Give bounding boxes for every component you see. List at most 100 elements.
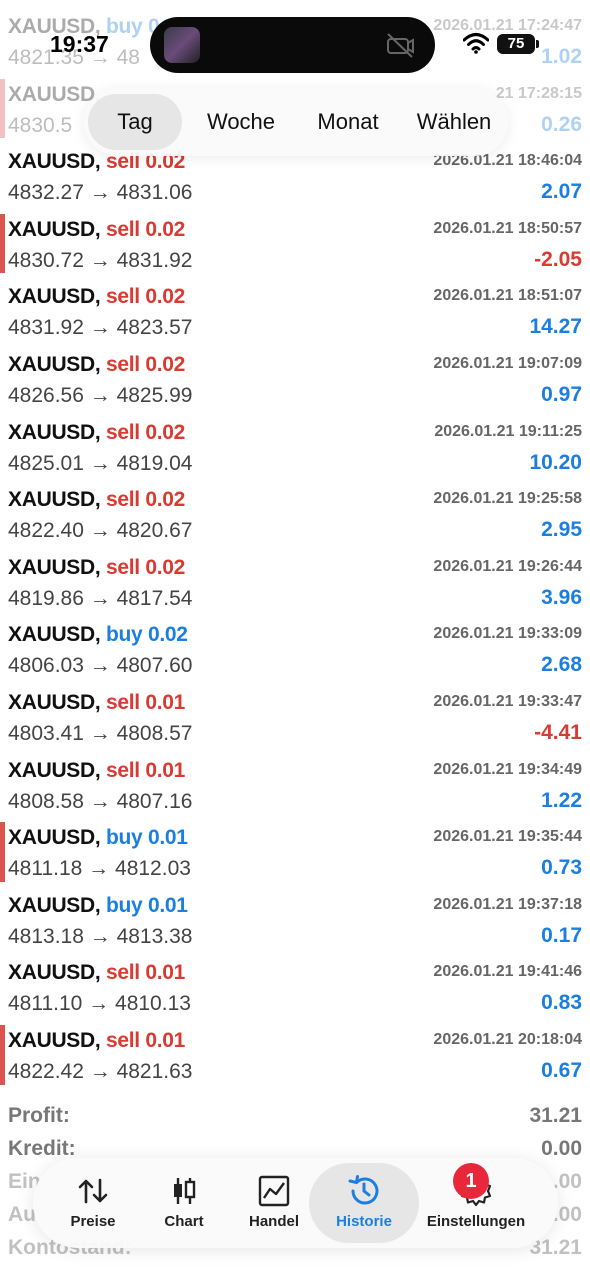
deal-row[interactable]: XAUUSD, sell 0.02 2026.01.21 18:51:07 4831… bbox=[0, 279, 590, 347]
summary-value: 31.21 bbox=[529, 1104, 582, 1127]
nav-historie[interactable]: Historie bbox=[309, 1163, 419, 1243]
deal-symbol-text: XAUUSD, bbox=[8, 893, 101, 917]
media-thumbnail bbox=[164, 27, 200, 63]
tab-woche[interactable]: Woche bbox=[188, 94, 294, 150]
deal-row[interactable]: XAUUSD, sell 0.02 2026.01.21 18:50:57 4830… bbox=[0, 212, 590, 280]
deal-row[interactable]: XAUUSD, sell 0.02 2026.01.21 19:11:25 4825… bbox=[0, 415, 590, 483]
deal-prices: 4811.10 → 4810.13 bbox=[8, 992, 191, 1016]
deal-row[interactable]: XAUUSD, buy 0.01 2026.01.21 19:37:18 4813.… bbox=[0, 888, 590, 956]
deal-symbol: XAUUSD, sell 0.02 bbox=[8, 421, 185, 445]
nav-preise[interactable]: Preise bbox=[51, 1158, 135, 1248]
deal-prices: 4813.18 → 4813.38 bbox=[8, 924, 193, 948]
settings-notification-badge: 1 bbox=[453, 1163, 489, 1199]
deal-time: 2026.01.21 19:07:09 bbox=[433, 354, 582, 372]
deal-symbol-text: XAUUSD, bbox=[8, 623, 101, 647]
deal-symbol-text: XAUUSD, bbox=[8, 555, 101, 579]
summary-label: Profit: bbox=[8, 1104, 70, 1127]
tab-tag[interactable]: Tag bbox=[88, 94, 182, 150]
deal-symbol: XAUUSD, sell 0.01 bbox=[8, 1029, 185, 1053]
dynamic-island bbox=[150, 17, 435, 73]
deal-side-volume: sell 0.02 bbox=[105, 352, 186, 376]
summary-value: 0.00 bbox=[541, 1137, 582, 1160]
deal-time: 2026.01.21 18:50:57 bbox=[433, 219, 582, 237]
deal-row[interactable]: XAUUSD, buy 0.02 2026.01.21 19:33:09 4806.… bbox=[0, 617, 590, 685]
deal-row[interactable]: XAUUSD, sell 0.02 2026.01.21 19:25:58 4822… bbox=[0, 482, 590, 550]
nav-chart[interactable]: Chart bbox=[140, 1158, 228, 1248]
deal-profit: 0.97 bbox=[541, 382, 582, 406]
summary-row: Profit: 31.21 bbox=[0, 1098, 590, 1131]
tab-monat[interactable]: Monat bbox=[300, 94, 396, 150]
deal-time: 2026.01.21 19:34:49 bbox=[433, 760, 582, 778]
deal-time: 2026.01.21 19:25:58 bbox=[433, 490, 582, 508]
wifi-icon bbox=[463, 33, 489, 54]
deal-profit: -2.05 bbox=[534, 247, 582, 271]
deal-symbol-text: XAUUSD, bbox=[8, 420, 101, 444]
deal-symbol-text: XAUUSD, bbox=[8, 690, 101, 714]
deal-side-volume: sell 0.02 bbox=[105, 488, 186, 512]
deal-row[interactable]: XAUUSD, buy 0.01 2026.01.21 19:35:44 4811.… bbox=[0, 820, 590, 888]
deal-prices: 4830.5 bbox=[8, 113, 73, 137]
deal-side-volume: sell 0.01 bbox=[105, 690, 186, 714]
deal-prices: 4831.92 → 4823.57 bbox=[8, 316, 193, 340]
sort-arrows-icon bbox=[76, 1174, 110, 1208]
deal-profit: 14.27 bbox=[529, 315, 582, 339]
deal-profit: 0.83 bbox=[541, 991, 582, 1015]
deal-time: 2026.01.21 18:51:07 bbox=[433, 287, 582, 305]
deal-profit: 0.67 bbox=[541, 1058, 582, 1082]
status-bar: 19:37 75 bbox=[0, 0, 590, 90]
deal-symbol: XAUUSD, sell 0.01 bbox=[8, 759, 185, 783]
deal-profit: 10.20 bbox=[529, 450, 582, 474]
deal-time: 2026.01.21 20:18:04 bbox=[433, 1030, 582, 1048]
deal-prices: 4808.58 → 4807.16 bbox=[8, 789, 193, 813]
deal-side-volume: sell 0.02 bbox=[105, 217, 186, 241]
deal-symbol-text: XAUUSD, bbox=[8, 352, 101, 376]
deal-symbol: XAUUSD, sell 0.01 bbox=[8, 691, 185, 715]
nav-label: Einstellungen bbox=[426, 1213, 526, 1230]
nav-handel[interactable]: Handel bbox=[229, 1158, 319, 1248]
deal-side-volume: sell 0.02 bbox=[105, 420, 186, 444]
deal-symbol-text: XAUUSD, bbox=[8, 488, 101, 512]
nav-label: Chart bbox=[164, 1213, 204, 1230]
deal-row[interactable]: XAUUSD, sell 0.01 2026.01.21 20:18:04 4822… bbox=[0, 1023, 590, 1091]
deal-symbol: XAUUSD, sell 0.02 bbox=[8, 285, 185, 309]
deal-symbol: XAUUSD, sell 0.02 bbox=[8, 353, 185, 377]
deal-symbol: XAUUSD, buy 0.01 bbox=[8, 826, 188, 850]
deal-profit: 2.95 bbox=[541, 518, 582, 542]
deal-side-volume: sell 0.01 bbox=[105, 758, 186, 782]
battery-indicator: 75 bbox=[497, 34, 539, 54]
deal-profit: -4.41 bbox=[534, 720, 582, 744]
deal-time: 2026.01.21 19:33:47 bbox=[433, 692, 582, 710]
deal-symbol-text: XAUUSD, bbox=[8, 1028, 101, 1052]
deal-symbol: XAUUSD, sell 0.02 bbox=[8, 556, 185, 580]
trade-chart-icon bbox=[257, 1174, 291, 1208]
status-time: 19:37 bbox=[50, 31, 109, 57]
deal-symbol-text: XAUUSD, bbox=[8, 150, 101, 174]
nav-label: Preise bbox=[70, 1213, 116, 1230]
tab-wählen[interactable]: Wählen bbox=[402, 94, 506, 150]
deal-row[interactable]: XAUUSD, sell 0.01 2026.01.21 19:41:46 4811… bbox=[0, 955, 590, 1023]
deal-row[interactable]: XAUUSD, sell 0.01 2026.01.21 19:34:49 4808… bbox=[0, 753, 590, 821]
deal-row[interactable]: XAUUSD, sell 0.02 2026.01.21 19:07:09 4826… bbox=[0, 347, 590, 415]
deal-prices: 4825.01 → 4819.04 bbox=[8, 451, 193, 475]
deal-symbol: XAUUSD, sell 0.02 bbox=[8, 488, 185, 512]
summary-label: Au bbox=[8, 1203, 36, 1226]
history-clock-icon bbox=[347, 1174, 381, 1208]
deal-symbol-text: XAUUSD, bbox=[8, 826, 101, 850]
deal-symbol-text: XAUUSD, bbox=[8, 961, 101, 985]
deal-history-list[interactable]: XAUUSD, buy 0.0 2026.01.21 17:24:47 4821.3… bbox=[0, 9, 590, 1091]
deal-time: 2026.01.21 19:26:44 bbox=[433, 557, 582, 575]
deal-prices: 4806.03 → 4807.60 bbox=[8, 654, 193, 678]
deal-time: 2026.01.21 19:11:25 bbox=[434, 422, 582, 440]
deal-row[interactable]: XAUUSD, sell 0.01 2026.01.21 19:33:47 4803… bbox=[0, 685, 590, 753]
deal-time: 2026.01.21 19:37:18 bbox=[433, 895, 582, 913]
deal-prices: 4830.72 → 4831.92 bbox=[8, 248, 193, 272]
deal-time: 2026.01.21 19:33:09 bbox=[433, 625, 582, 643]
deal-profit: 1.22 bbox=[541, 788, 582, 812]
deal-profit: 0.17 bbox=[541, 923, 582, 947]
deal-time: 2026.01.21 19:41:46 bbox=[433, 963, 582, 981]
nav-label: Historie bbox=[336, 1213, 392, 1230]
deal-row[interactable]: XAUUSD, sell 0.02 2026.01.21 19:26:44 4819… bbox=[0, 550, 590, 618]
deal-prices: 4826.56 → 4825.99 bbox=[8, 383, 193, 407]
deal-symbol: XAUUSD, sell 0.01 bbox=[8, 961, 185, 985]
deal-prices: 4832.27 → 4831.06 bbox=[8, 181, 193, 205]
